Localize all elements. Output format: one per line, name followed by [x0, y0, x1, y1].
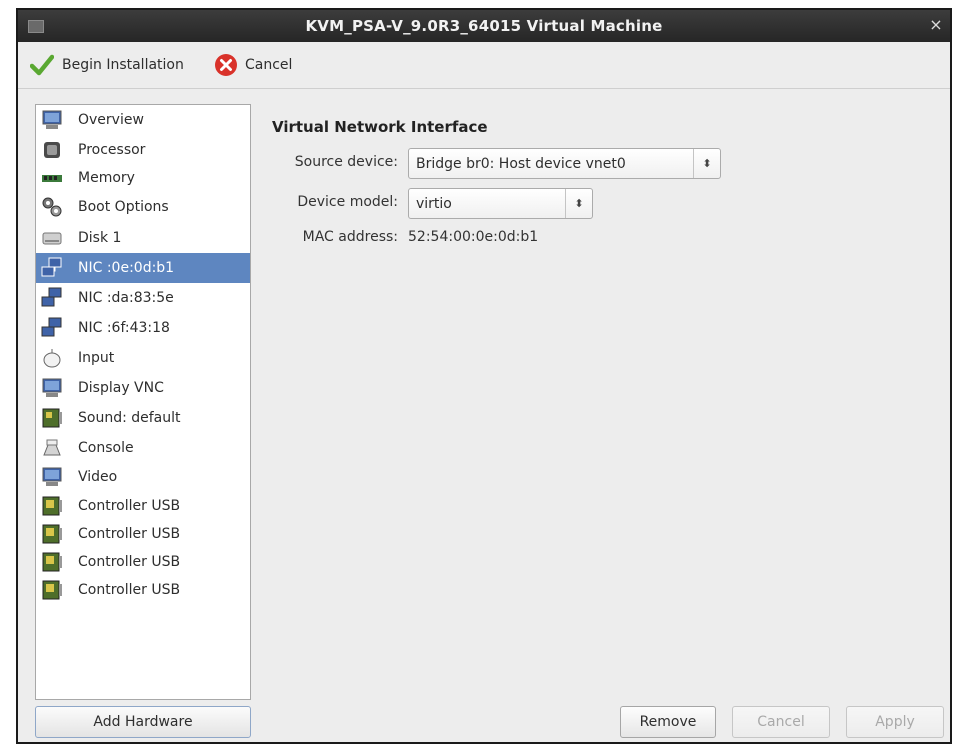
monitor-icon — [41, 109, 63, 131]
sidebar-item-label: NIC :0e:0d:b1 — [78, 260, 175, 276]
sidebar-item-label: Controller USB — [78, 498, 181, 514]
nic-icon — [41, 287, 63, 309]
chevron-updown-icon: ⬍ — [565, 189, 592, 218]
sidebar-item-label: NIC :6f:43:18 — [78, 320, 170, 336]
display-icon — [41, 377, 63, 399]
device-model-label: Device model: — [297, 194, 398, 210]
sidebar-item-controller-usb-4[interactable]: Controller USB — [36, 575, 250, 605]
vm-details-window: KVM_PSA-V_9.0R3_64015 Virtual Machine × … — [16, 8, 952, 744]
sidebar-item-controller-usb-1[interactable]: Controller USB — [36, 491, 250, 521]
nic-icon — [41, 317, 63, 339]
sidebar-item-nic-6f-43-18[interactable]: NIC :6f:43:18 — [36, 313, 250, 343]
mac-address-value: 52:54:00:0e:0d:b1 — [408, 229, 539, 245]
cancel-button[interactable]: Cancel — [732, 706, 830, 738]
cancel-installation-button[interactable]: Cancel — [214, 52, 292, 78]
sidebar-item-label: Overview — [78, 112, 144, 128]
disk-icon — [41, 227, 63, 249]
close-window-button[interactable]: × — [928, 16, 944, 34]
sidebar-item-label: Memory — [78, 170, 135, 186]
sidebar-item-disk-1[interactable]: Disk 1 — [36, 223, 250, 253]
source-device-select[interactable]: Bridge br0: Host device vnet0 ⬍ — [408, 148, 721, 179]
cancel-icon — [214, 53, 238, 77]
sidebar-item-video[interactable]: Video — [36, 462, 250, 492]
sidebar-item-input[interactable]: Input — [36, 343, 250, 373]
sidebar-item-label: Controller USB — [78, 526, 181, 542]
controller-icon — [41, 495, 63, 517]
sidebar-item-label: Display VNC — [78, 380, 164, 396]
sidebar-item-label: Video — [78, 469, 118, 485]
sidebar-item-label: NIC :da:83:5e — [78, 290, 174, 306]
chevron-updown-icon: ⬍ — [693, 149, 720, 178]
nic-icon — [41, 257, 63, 279]
begin-installation-button[interactable]: Begin Installation — [30, 52, 184, 78]
source-device-value: Bridge br0: Host device vnet0 — [416, 155, 626, 172]
add-hardware-button[interactable]: Add Hardware — [35, 706, 251, 738]
toolbar: Begin Installation Cancel — [18, 42, 950, 89]
apply-button[interactable]: Apply — [846, 706, 944, 738]
title-bar[interactable]: KVM_PSA-V_9.0R3_64015 Virtual Machine × — [18, 10, 950, 42]
sidebar-item-overview[interactable]: Overview — [36, 105, 250, 135]
controller-icon — [41, 579, 63, 601]
sidebar-item-label: Boot Options — [78, 199, 169, 215]
memory-icon — [41, 167, 63, 189]
video-icon — [41, 466, 63, 488]
sidebar-item-controller-usb-3[interactable]: Controller USB — [36, 547, 250, 577]
section-title: Virtual Network Interface — [272, 118, 488, 136]
mouse-icon — [41, 347, 63, 369]
processor-icon — [41, 139, 63, 161]
sidebar-item-label: Processor — [78, 142, 146, 158]
sidebar-item-label: Console — [78, 440, 134, 456]
hardware-list: Overview Processor Memory Boot Options D… — [35, 104, 251, 700]
sidebar-item-sound-default[interactable]: Sound: default — [36, 403, 250, 433]
sidebar-item-processor[interactable]: Processor — [36, 135, 250, 165]
boot-options-icon — [41, 196, 63, 218]
sidebar-item-nic-da-83-5e[interactable]: NIC :da:83:5e — [36, 283, 250, 313]
cancel-installation-label: Cancel — [245, 57, 293, 73]
sidebar-item-controller-usb-2[interactable]: Controller USB — [36, 519, 250, 549]
sidebar-item-boot-options[interactable]: Boot Options — [36, 192, 250, 222]
window-title: KVM_PSA-V_9.0R3_64015 Virtual Machine — [305, 17, 663, 35]
controller-icon — [41, 523, 63, 545]
begin-installation-label: Begin Installation — [62, 57, 184, 73]
remove-button[interactable]: Remove — [620, 706, 716, 738]
sidebar-item-console[interactable]: Console — [36, 433, 250, 463]
sound-card-icon — [41, 407, 63, 429]
console-icon — [41, 437, 63, 459]
sidebar-item-memory[interactable]: Memory — [36, 163, 250, 193]
sidebar-item-label: Input — [78, 350, 115, 366]
sidebar-item-label: Disk 1 — [78, 230, 122, 246]
device-model-select[interactable]: virtio ⬍ — [408, 188, 593, 219]
controller-icon — [41, 551, 63, 573]
sidebar-item-label: Sound: default — [78, 410, 181, 426]
sidebar-item-display-vnc[interactable]: Display VNC — [36, 373, 250, 403]
checkmark-icon — [30, 54, 54, 76]
sidebar-item-nic-0e-0d-b1[interactable]: NIC :0e:0d:b1 — [36, 253, 250, 283]
device-model-value: virtio — [416, 195, 452, 212]
sidebar-item-label: Controller USB — [78, 554, 181, 570]
sidebar-item-label: Controller USB — [78, 582, 181, 598]
mac-address-label: MAC address: — [302, 229, 398, 245]
source-device-label: Source device: — [294, 154, 398, 170]
